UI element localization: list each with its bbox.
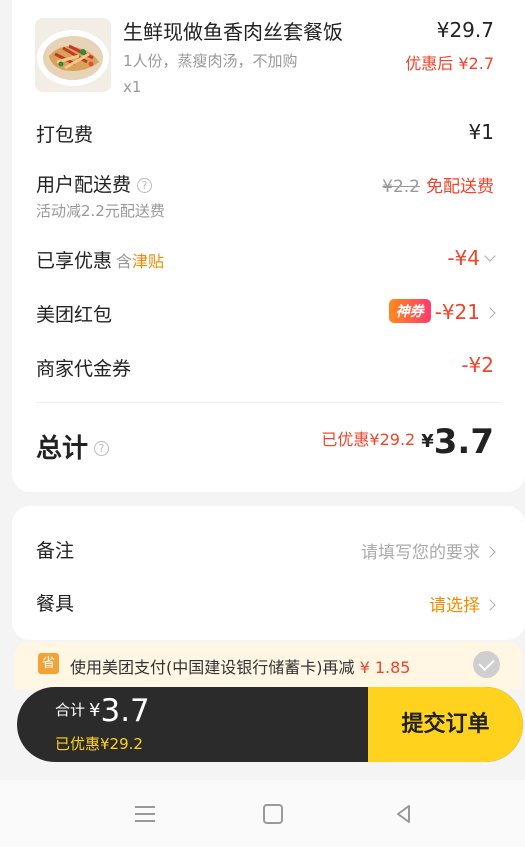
save-icon: 省 bbox=[38, 653, 59, 674]
help-icon[interactable]: ? bbox=[137, 178, 153, 193]
item-quantity: x1 bbox=[123, 78, 142, 96]
check-icon[interactable] bbox=[473, 651, 500, 678]
packing-fee-value: ¥1 bbox=[468, 120, 494, 144]
bar-currency: ¥ bbox=[89, 700, 101, 721]
total-label: 总计 bbox=[36, 434, 89, 464]
discount-row[interactable]: 已享优惠 含津贴 bbox=[36, 246, 164, 273]
delivery-original-price: ¥2.2 bbox=[382, 177, 420, 197]
promo-text-wrap: 使用美团支付(中国建设银行储蓄卡)再减 ¥ 1.85 bbox=[70, 654, 410, 678]
order-detail-card: 生鲜现做鱼香肉丝套餐饭 1人份，蒸瘦肉汤，不加购 x1 ¥29.7 优惠后 ¥2… bbox=[12, 0, 525, 492]
total-label-wrap: 总计? bbox=[36, 428, 110, 465]
item-name: 生鲜现做鱼香肉丝套餐饭 bbox=[123, 20, 343, 44]
system-nav-bar bbox=[0, 780, 525, 847]
discount-hint: 含津贴 bbox=[116, 252, 165, 271]
delivery-fee-label: 用户配送费 bbox=[36, 174, 132, 196]
back-icon[interactable] bbox=[392, 802, 416, 826]
allowance-link[interactable]: 津贴 bbox=[132, 252, 164, 271]
remark-placeholder: 请填写您的要求 bbox=[361, 543, 480, 563]
payment-promo-strip[interactable]: 省 使用美团支付(中国建设银行储蓄卡)再减 ¥ 1.85 bbox=[14, 642, 522, 690]
remark-label: 备注 bbox=[36, 540, 75, 562]
chevron-down-icon bbox=[484, 250, 496, 262]
discount-value: -¥4 bbox=[447, 246, 480, 270]
help-icon[interactable]: ? bbox=[94, 441, 110, 456]
red-packet-value-wrap[interactable]: 神券 -¥21 bbox=[388, 299, 496, 324]
packing-fee-label: 打包费 bbox=[36, 124, 94, 146]
red-packet-value: -¥21 bbox=[434, 300, 480, 324]
discount-label: 已享优惠 bbox=[36, 250, 113, 272]
total-amount-wrap: 已优惠¥29.2 ¥3.7 bbox=[321, 422, 494, 462]
promo-amount: ¥ 1.85 bbox=[359, 658, 411, 677]
bar-total-wrap: 合计 ¥3.7 bbox=[55, 693, 150, 729]
food-thumbnail bbox=[35, 18, 111, 92]
remark-row[interactable]: 请填写您的要求 bbox=[361, 538, 496, 563]
options-card: 备注 请填写您的要求 餐具 请选择 bbox=[12, 506, 525, 640]
tableware-row[interactable]: 请选择 bbox=[429, 591, 496, 616]
total-currency: ¥ bbox=[421, 431, 434, 452]
chevron-right-icon bbox=[484, 307, 496, 319]
delivery-fee-value: ¥2.2 免配送费 bbox=[382, 172, 494, 197]
chevron-right-icon bbox=[484, 599, 496, 611]
item-description: 1人份，蒸瘦肉汤，不加购 bbox=[123, 52, 298, 70]
delivery-fee-sub: 活动减2.2元配送费 bbox=[36, 202, 165, 220]
tableware-label: 餐具 bbox=[36, 593, 75, 615]
bar-total-amount: 3.7 bbox=[100, 693, 150, 729]
voucher-label: 商家代金券 bbox=[36, 358, 132, 380]
submit-order-button[interactable]: 提交订单 bbox=[368, 687, 523, 762]
checkout-bar: 合计 ¥3.7 已优惠¥29.2 提交订单 bbox=[17, 687, 523, 762]
bar-total-label: 合计 bbox=[55, 701, 86, 719]
total-amount: 3.7 bbox=[433, 422, 494, 462]
home-icon[interactable] bbox=[263, 804, 283, 824]
free-delivery-text: 免配送费 bbox=[426, 177, 494, 197]
discount-value-wrap[interactable]: -¥4 bbox=[447, 246, 496, 270]
tableware-value: 请选择 bbox=[429, 596, 480, 616]
total-saved: 已优惠¥29.2 bbox=[321, 430, 416, 449]
menu-icon[interactable] bbox=[133, 802, 157, 826]
promo-text: 使用美团支付(中国建设银行储蓄卡)再减 bbox=[70, 658, 355, 677]
voucher-value: -¥2 bbox=[461, 353, 494, 377]
chevron-right-icon bbox=[484, 546, 496, 558]
bar-saved: 已优惠¥29.2 bbox=[55, 735, 143, 753]
red-packet-label: 美团红包 bbox=[36, 304, 113, 326]
divider bbox=[36, 402, 501, 403]
delivery-fee-row[interactable]: 用户配送费? bbox=[36, 170, 153, 197]
item-after-discount: 优惠后 ¥2.7 bbox=[405, 54, 494, 73]
item-price: ¥29.7 bbox=[436, 18, 494, 42]
coupon-badge: 神券 bbox=[388, 299, 431, 323]
